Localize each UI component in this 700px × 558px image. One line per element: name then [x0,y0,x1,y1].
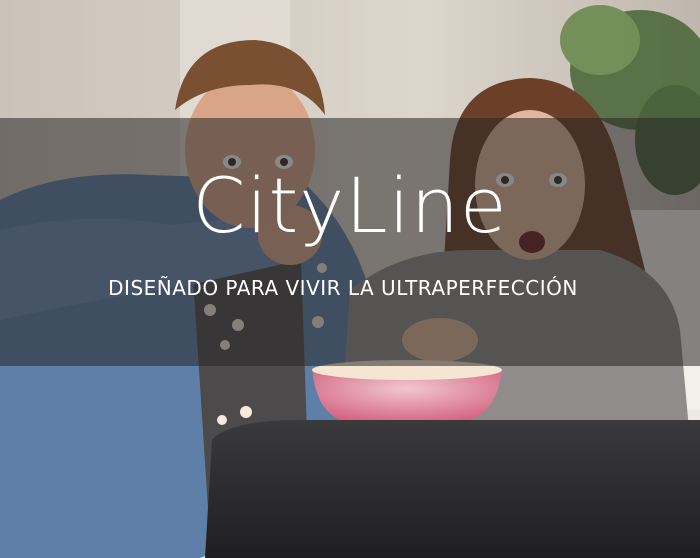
brand-title: CityLine [192,161,508,250]
tagline: DISEÑADO PARA VIVIR LA ULTRAPERFECCIÓN [108,276,578,300]
tv-screen [205,420,700,558]
